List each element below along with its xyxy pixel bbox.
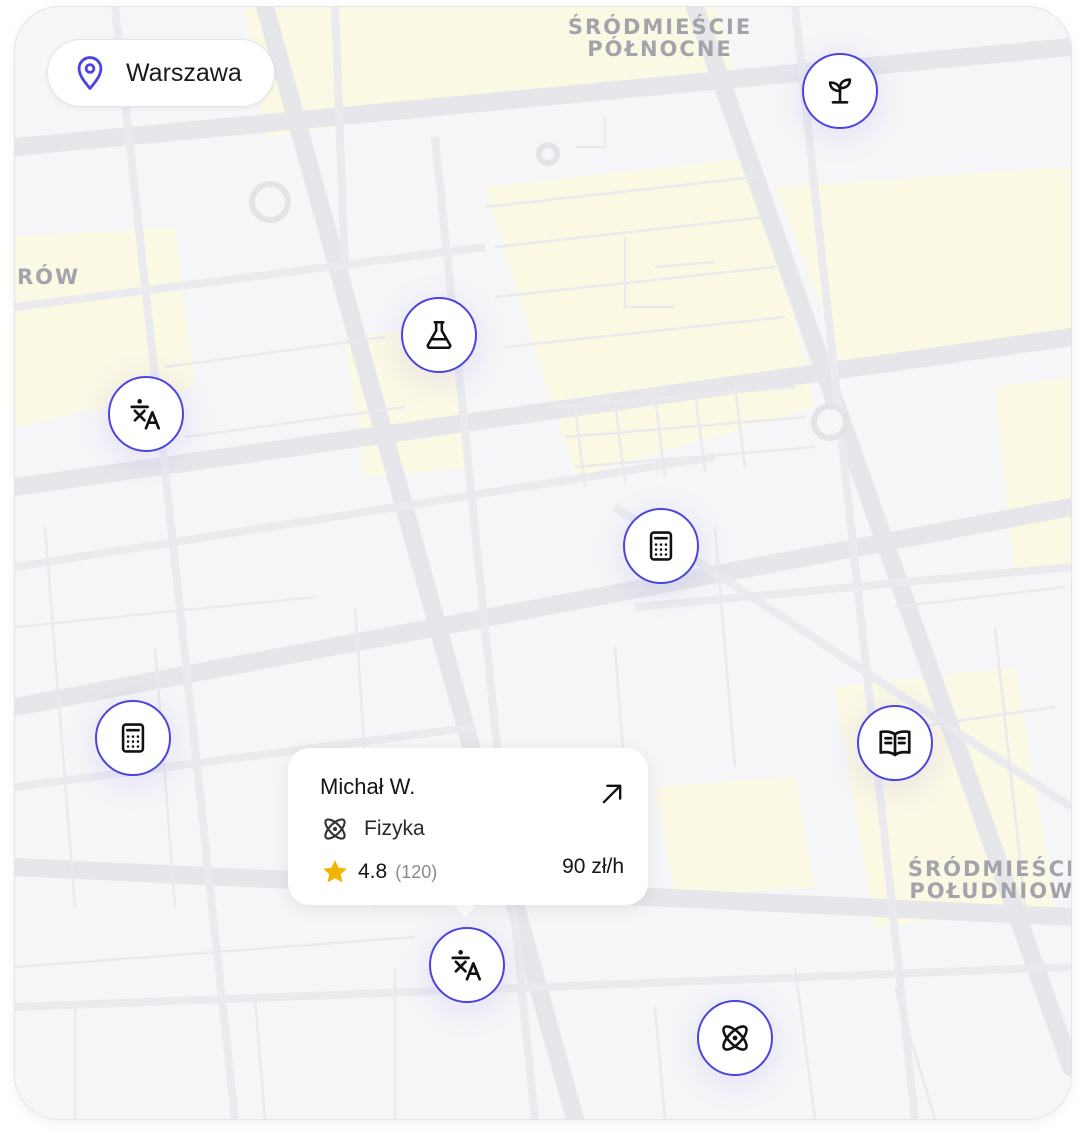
map-marker-physics[interactable] bbox=[697, 1000, 773, 1076]
sprout-icon bbox=[828, 78, 852, 104]
atom-icon bbox=[324, 818, 346, 840]
map-marker-languages-selected[interactable] bbox=[429, 927, 505, 1003]
map-background[interactable] bbox=[15, 7, 1071, 1119]
district-label-south: ŚRÓDMIEŚCIE POŁUDNIOWE bbox=[907, 857, 1071, 903]
tutor-rating-value: 4.8 bbox=[358, 860, 388, 883]
tutor-rating: 4.8 (120) bbox=[320, 857, 437, 887]
location-city: Warszawa bbox=[126, 58, 242, 87]
district-label-west: RÓW bbox=[17, 265, 81, 289]
map-marker-languages[interactable] bbox=[108, 376, 184, 452]
map-marker-chemistry[interactable] bbox=[401, 297, 477, 373]
location-selector[interactable]: Warszawa bbox=[47, 39, 275, 107]
translate-icon bbox=[451, 950, 482, 981]
map-view[interactable]: ŚRÓDMIEŚCIE PÓŁNOCNE ŚRÓDMIEŚCIE POŁUDNI… bbox=[15, 7, 1071, 1119]
calculator-icon bbox=[649, 531, 673, 561]
tutor-subject: Fizyka bbox=[320, 814, 425, 844]
tutor-card[interactable]: Michał W. Fizyka 4.8 (120) 90 zł/h bbox=[288, 748, 648, 905]
tutor-subject-label: Fizyka bbox=[364, 817, 425, 840]
calculator-icon bbox=[121, 723, 145, 753]
open-book-icon bbox=[879, 730, 911, 757]
map-marker-literature[interactable] bbox=[857, 705, 933, 781]
location-pin-icon bbox=[77, 56, 103, 90]
flask-icon bbox=[426, 320, 452, 350]
tutor-name: Michał W. bbox=[320, 774, 416, 799]
map-marker-math[interactable] bbox=[95, 700, 171, 776]
translate-icon bbox=[130, 399, 161, 430]
tutor-review-count: (120) bbox=[395, 861, 438, 882]
star-icon bbox=[323, 860, 347, 883]
district-label-north: ŚRÓDMIEŚCIE PÓŁNOCNE bbox=[567, 15, 753, 61]
map-marker-biology[interactable] bbox=[802, 53, 878, 129]
tutor-price: 90 zł/h bbox=[562, 855, 624, 878]
map-marker-math[interactable] bbox=[623, 508, 699, 584]
atom-icon bbox=[722, 1025, 748, 1051]
arrow-up-right-icon[interactable] bbox=[598, 780, 626, 808]
